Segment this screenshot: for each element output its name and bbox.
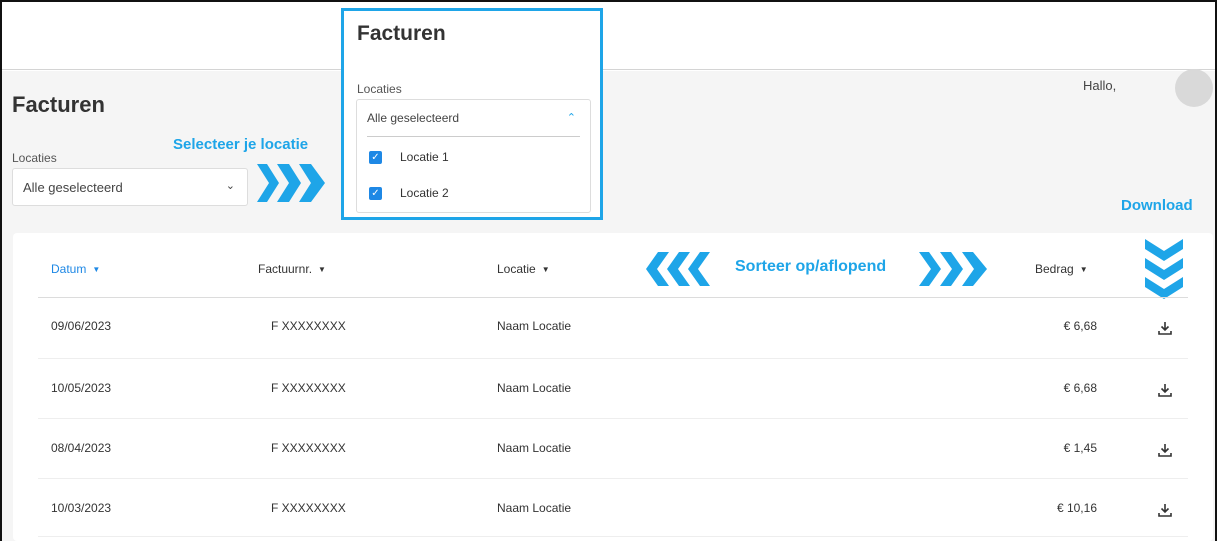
download-icon[interactable] [1157, 502, 1173, 518]
table-header-divider [38, 297, 1188, 298]
option-label: Locatie 1 [400, 150, 449, 164]
annotation-select-location: Selecteer je locatie [173, 136, 309, 153]
sort-caret-icon: ▼ [318, 265, 326, 275]
cell-date: 09/06/2023 [51, 319, 112, 333]
location-select[interactable]: Alle geselecteerd ⌄ [12, 168, 248, 206]
column-header-factuurnr[interactable]: Factuurnr. ▼ [258, 262, 326, 276]
column-header-label: Locatie [497, 262, 536, 276]
page-title: Facturen [12, 92, 105, 117]
row-divider [38, 418, 1188, 419]
cell-invoice: F XXXXXXXX [271, 381, 346, 395]
cell-date: 08/04/2023 [51, 441, 112, 455]
popup-select-head[interactable]: Alle geselecteerd ⌃ [357, 100, 590, 136]
popup-location-label: Locaties [357, 82, 402, 96]
option-label: Locatie 2 [400, 186, 449, 200]
column-header-datum[interactable]: Datum ▼ [51, 262, 100, 276]
sort-caret-icon: ▼ [541, 265, 550, 275]
avatar[interactable] [1175, 69, 1213, 107]
popup-location-select[interactable]: Alle geselecteerd ⌃ ✓ Locatie 1 ✓ Locati… [356, 99, 591, 213]
cell-amount: € 6,68 [1063, 319, 1097, 333]
popup-select-value: Alle geselecteerd [367, 111, 460, 125]
cell-invoice: F XXXXXXXX [271, 501, 346, 515]
column-header-label: Datum [51, 262, 87, 276]
annotation-arrows-right-icon [919, 252, 987, 286]
download-icon[interactable] [1157, 320, 1173, 336]
download-icon[interactable] [1157, 382, 1173, 398]
annotation-arrows-down-icon [1145, 239, 1183, 299]
row-divider [38, 478, 1188, 479]
checkbox-checked-icon[interactable]: ✓ [369, 187, 382, 200]
annotation-sort: Sorteer op/aflopend [735, 258, 887, 275]
popup-title: Facturen [357, 22, 446, 45]
option-locatie-1[interactable]: ✓ Locatie 1 [369, 148, 579, 168]
cell-invoice: F XXXXXXXX [271, 319, 346, 333]
cell-amount: € 6,68 [1063, 381, 1097, 395]
location-label: Locaties [12, 151, 57, 165]
location-dropdown-callout: Facturen Locaties Alle geselecteerd ⌃ ✓ … [341, 8, 603, 220]
cell-date: 10/03/2023 [51, 501, 112, 515]
cell-date: 10/05/2023 [51, 381, 112, 395]
cell-amount: € 1,45 [1063, 441, 1097, 455]
cell-location: Naam Locatie [497, 319, 572, 333]
annotation-arrows-right-icon [257, 164, 325, 202]
cell-amount: € 10,16 [1056, 501, 1097, 515]
popup-select-divider [367, 136, 580, 137]
download-icon[interactable] [1157, 442, 1173, 458]
checkbox-checked-icon[interactable]: ✓ [369, 151, 382, 164]
column-header-bedrag[interactable]: Bedrag ▼ [1035, 262, 1088, 276]
annotation-download: Download [1121, 197, 1193, 214]
column-header-label: Factuurnr. [258, 262, 313, 276]
greeting: Hallo, [1083, 78, 1117, 93]
sort-caret-icon: ▼ [1079, 265, 1088, 275]
column-header-locatie[interactable]: Locatie ▼ [497, 262, 550, 276]
row-divider [38, 536, 1188, 537]
location-select-value: Alle geselecteerd [23, 180, 123, 195]
column-header-label: Bedrag [1035, 262, 1074, 276]
option-locatie-2[interactable]: ✓ Locatie 2 [369, 184, 579, 204]
chevron-up-icon: ⌃ [566, 112, 576, 124]
annotation-arrows-left-icon [646, 252, 710, 286]
cell-location: Naam Locatie [497, 381, 572, 395]
cell-location: Naam Locatie [497, 501, 572, 515]
chevron-down-icon: ⌄ [225, 180, 235, 192]
cell-location: Naam Locatie [497, 441, 572, 455]
cell-invoice: F XXXXXXXX [271, 441, 346, 455]
sort-caret-icon: ▼ [92, 265, 101, 275]
row-divider [38, 358, 1188, 359]
top-bar [2, 2, 1215, 70]
